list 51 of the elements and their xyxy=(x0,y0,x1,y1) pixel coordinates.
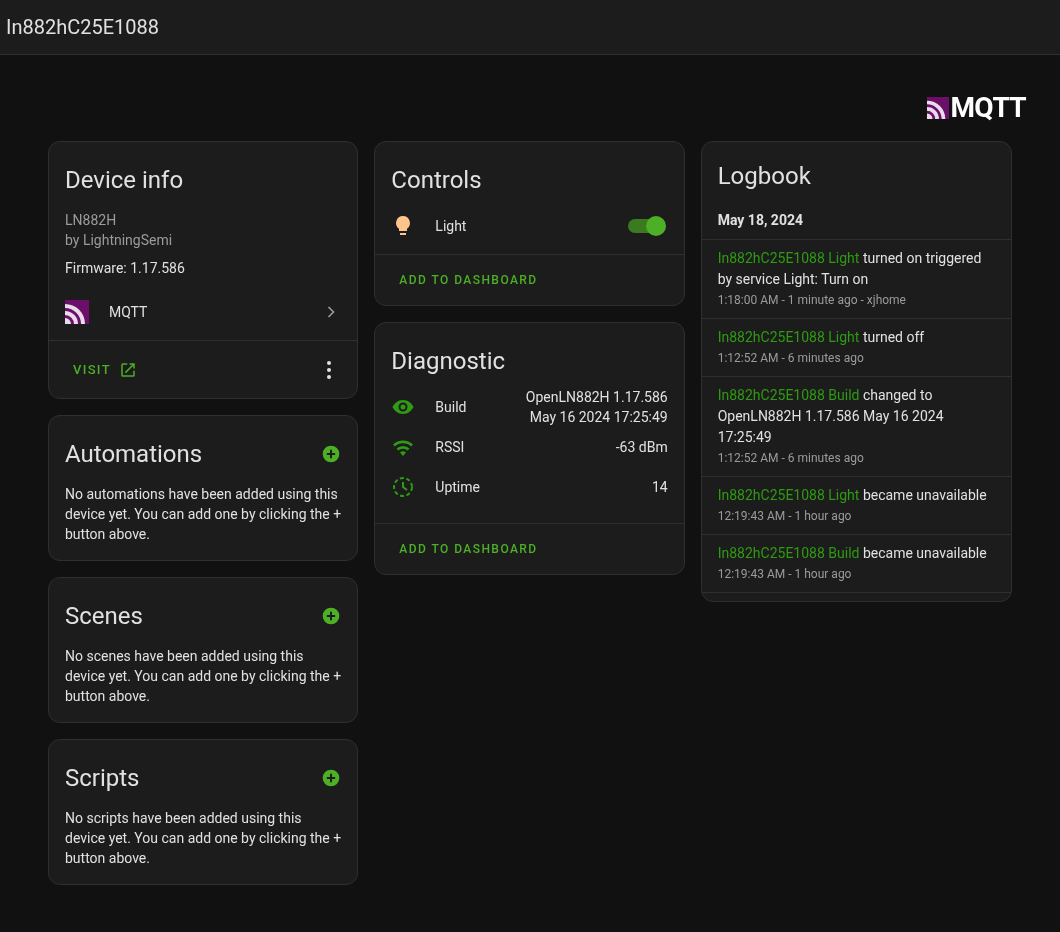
log-time: 1:12:52 AM - 6 minutes ago xyxy=(717,350,865,367)
entity-link[interactable]: In882hC25E1088 Light xyxy=(717,487,860,503)
clock-icon xyxy=(391,475,416,499)
log-message: In882hC25E1088 Build became unavailable xyxy=(717,544,988,563)
entity-link[interactable]: In882hC25E1088 Build xyxy=(717,545,860,561)
add-icon[interactable] xyxy=(321,444,342,464)
add-to-dashboard-button[interactable]: ADD TO DASHBOARD xyxy=(391,534,546,564)
log-time: 1:18:00 AM - 1 minute ago - xjhome xyxy=(717,292,907,309)
add-to-dashboard-button[interactable]: ADD TO DASHBOARD xyxy=(391,265,546,295)
entity-value: May 16 2024 17:25:49 xyxy=(529,408,668,427)
card-title: Logbook xyxy=(717,161,812,192)
brand-logo: MQTT xyxy=(926,95,1026,121)
device-model: LN882H xyxy=(65,211,118,230)
entity-link[interactable]: In882hC25E1088 Light xyxy=(717,250,860,266)
signal-waves-icon xyxy=(926,97,949,119)
empty-message: No automations have been added using this device yet. You can add one by clicking the + button above. xyxy=(65,485,342,544)
empty-message: No scenes have been added using this device yet. You can add one by clicking the + button above. xyxy=(65,647,342,706)
page-title: In882hC25E1088 xyxy=(6,14,160,41)
card-title: Controls xyxy=(391,165,483,196)
entity-name: Uptime xyxy=(435,477,481,497)
entity-value: 14 xyxy=(651,478,668,497)
card-title: Device info xyxy=(65,165,185,196)
entity-value: OpenLN882H 1.17.586 xyxy=(525,388,668,407)
card-title: Diagnostic xyxy=(391,346,507,377)
entity-value: -63 dBm xyxy=(615,438,668,457)
integration-row[interactable]: MQTT xyxy=(49,284,358,340)
empty-message: No scripts have been added using this device yet. You can add one by clicking the + button above. xyxy=(65,809,342,868)
add-icon[interactable] xyxy=(321,606,342,626)
external-link-icon xyxy=(118,360,137,379)
entity-link[interactable]: In882hC25E1088 Light xyxy=(717,329,860,345)
entity-name: Light xyxy=(435,216,468,236)
device-manufacturer: by LightningSemi xyxy=(65,231,174,250)
add-icon[interactable] xyxy=(321,768,342,788)
toggle-switch[interactable] xyxy=(627,219,664,233)
log-date: May 18, 2024 xyxy=(717,211,804,230)
log-message: In882hC25E1088 Light turned on triggered by service Light: Turn on xyxy=(717,249,983,289)
card-title: Scenes xyxy=(65,601,143,632)
visit-link[interactable]: VISIT xyxy=(61,351,149,388)
entity-name: RSSI xyxy=(435,437,466,457)
card-title: Scripts xyxy=(65,763,140,794)
card-title: Automations xyxy=(65,439,203,470)
signal-waves-icon xyxy=(65,300,89,324)
entity-name: Build xyxy=(435,397,468,417)
log-time: 12:19:43 AM - 1 hour ago xyxy=(717,508,853,525)
log-message: In882hC25E1088 Light became unavailable xyxy=(717,486,988,505)
firmware-version: Firmware: 1.17.586 xyxy=(65,259,186,278)
entity-link[interactable]: In882hC25E1088 Build xyxy=(717,387,860,403)
log-message: In882hC25E1088 Build changed to OpenLN882H 1.17.586 May 16 2024 17:25:49 xyxy=(717,386,945,447)
log-time: 12:19:43 AM - 1 hour ago xyxy=(717,566,853,583)
log-time: 1:12:52 AM - 6 minutes ago xyxy=(717,450,865,467)
log-message: In882hC25E1088 Light turned off xyxy=(717,328,926,347)
